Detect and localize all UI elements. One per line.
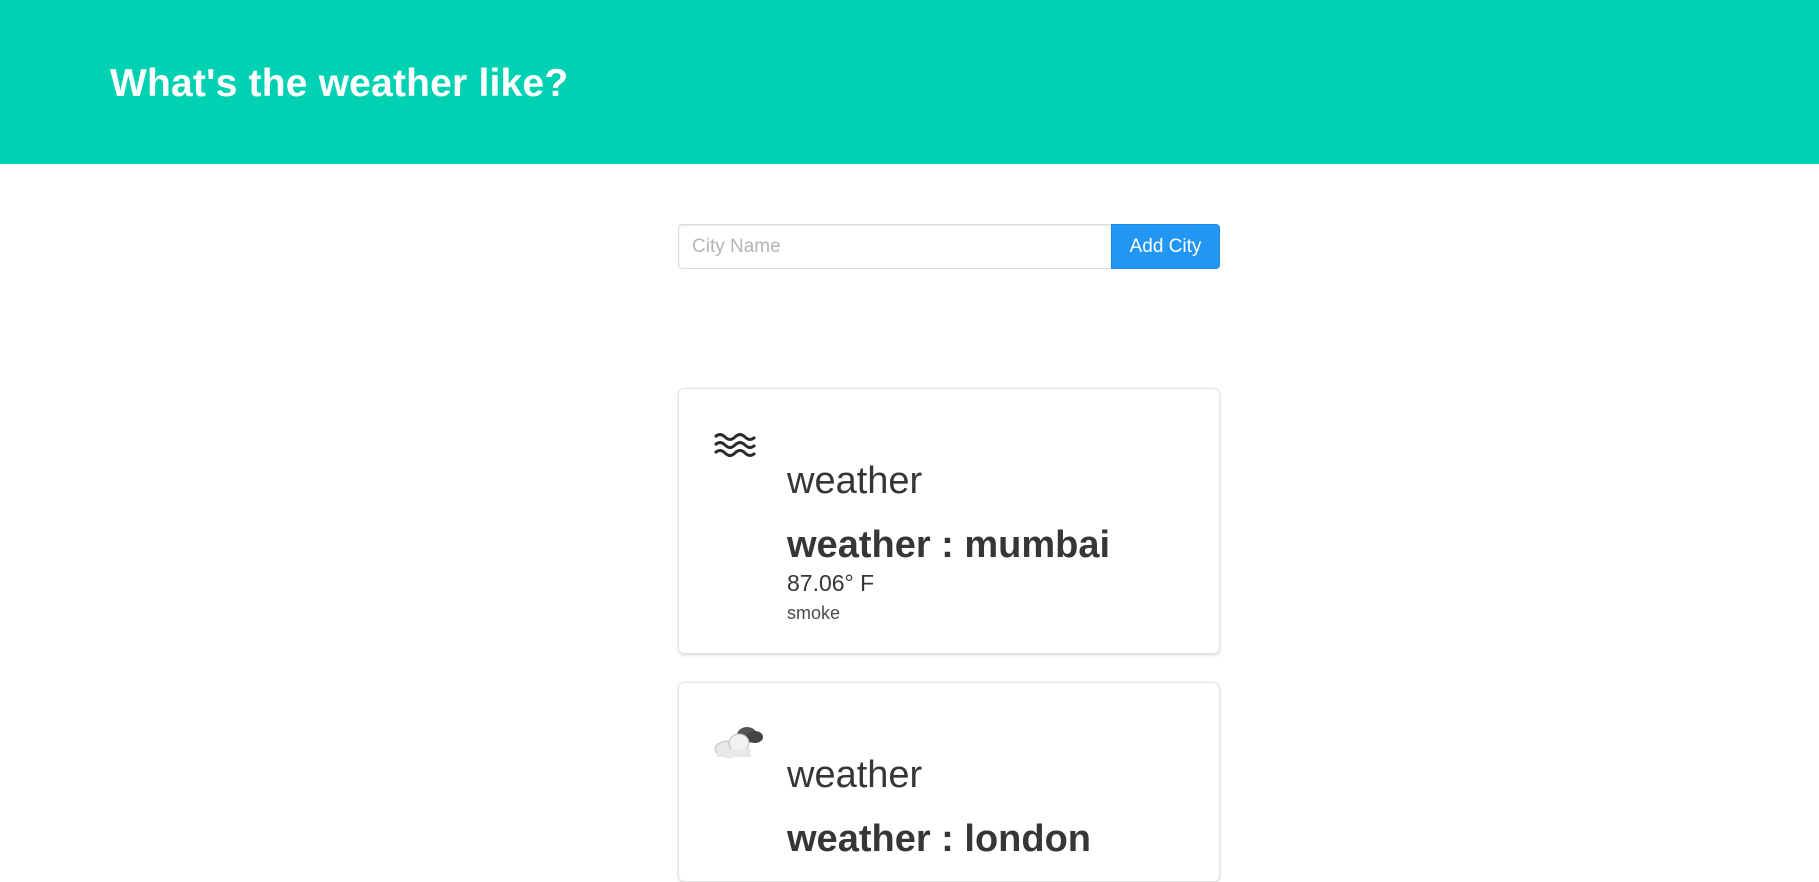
add-city-button[interactable]: Add City xyxy=(1111,224,1220,269)
add-city-form: Add City xyxy=(678,224,1220,269)
city-name-input[interactable] xyxy=(678,224,1111,269)
card-temperature: 87.06° F xyxy=(787,570,875,596)
card-heading: weather xyxy=(787,754,923,796)
weather-card: weather weather : mumbai 87.06° F smoke xyxy=(678,388,1220,654)
fog-icon xyxy=(711,427,761,467)
card-description: smoke xyxy=(787,603,841,623)
cloudy-night-icon xyxy=(711,721,763,761)
hero-banner: What's the weather like? xyxy=(0,0,1819,164)
page-title: What's the weather like? xyxy=(110,62,569,105)
card-city-title: weather : london xyxy=(787,818,1091,860)
card-heading: weather xyxy=(787,460,923,502)
weather-card: weather weather : london xyxy=(678,682,1220,882)
card-city-title: weather : mumbai xyxy=(787,524,1111,566)
